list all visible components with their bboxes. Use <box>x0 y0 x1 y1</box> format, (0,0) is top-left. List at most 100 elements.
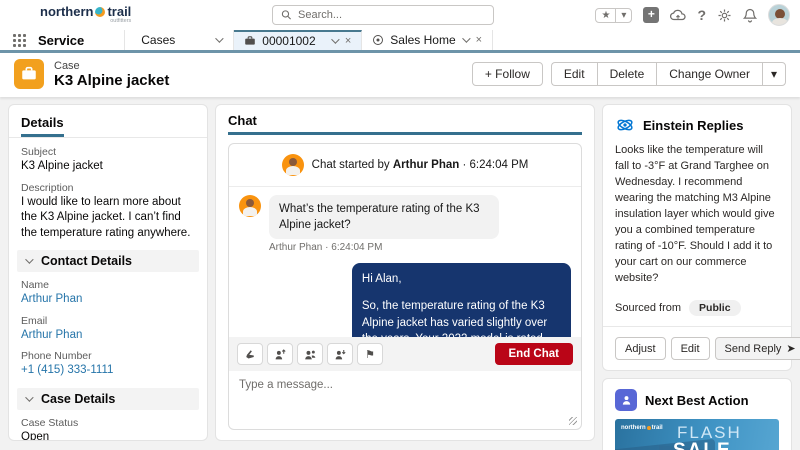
logo-subtext: outfitters <box>40 19 131 25</box>
right-sidebar: Einstein Replies Looks like the temperat… <box>602 104 792 441</box>
chat-toolbar: ⚑ End Chat <box>229 337 581 371</box>
tab-chat[interactable]: Chat <box>228 113 582 135</box>
send-arrow-icon: ➤ <box>786 342 795 355</box>
nav-item-cases[interactable]: Cases <box>124 30 234 50</box>
global-actions-icon[interactable]: + <box>643 7 659 23</box>
message-list[interactable]: What’s the temperature rating of the K3 … <box>229 187 581 337</box>
app-name[interactable]: Service <box>38 30 124 50</box>
tab-dropdown-chevron-icon[interactable] <box>331 35 339 43</box>
section-title: Contact Details <box>41 254 132 268</box>
tab-close-icon[interactable]: × <box>476 34 482 46</box>
resize-handle[interactable] <box>569 417 577 425</box>
contact-email-link[interactable]: Arthur Phan <box>21 328 195 344</box>
chat-started-banner: Chat started by Arthur Phan · 6:24:04 PM <box>229 144 581 187</box>
delete-button[interactable]: Delete <box>597 62 657 86</box>
case-status-label: Case Status <box>21 417 195 429</box>
navigation-tab-bar: Service Cases 00001002 × Sales Home × <box>0 30 800 53</box>
send-reply-button[interactable]: Send Reply ➤ <box>715 337 800 360</box>
tab-case-00001002[interactable]: 00001002 × <box>234 30 362 50</box>
logo-word-1: northern <box>40 5 93 18</box>
next-best-action-title: Next Best Action <box>645 393 749 408</box>
whisper-hand-icon[interactable] <box>237 343 263 365</box>
chat-started-text: Chat started by <box>312 159 390 171</box>
notifications-bell-icon[interactable] <box>743 8 757 23</box>
end-chat-button[interactable]: End Chat <box>495 343 573 365</box>
phone-label: Phone Number <box>21 350 195 362</box>
app-launcher-waffle-icon[interactable] <box>0 30 38 50</box>
more-actions-dropdown-icon[interactable]: ▾ <box>762 62 786 86</box>
user-avatar[interactable] <box>768 4 790 26</box>
favorite-star-icon[interactable]: ★ <box>596 9 615 22</box>
briefcase-icon <box>244 35 256 47</box>
message-bubble: Hi Alan, So, the temperature rating of t… <box>352 263 571 337</box>
tab-details[interactable]: Details <box>21 115 64 137</box>
phone-number-link[interactable]: +1 (415) 333-1111 <box>21 363 195 379</box>
einstein-replies-card: Einstein Replies Looks like the temperat… <box>602 104 792 371</box>
transfer-to-skill-icon[interactable] <box>327 343 353 365</box>
global-header: northern trail outfitters ★ ▾ + ? <box>0 0 800 30</box>
tab-dropdown-chevron-icon[interactable] <box>462 34 470 42</box>
chevron-down-icon[interactable] <box>215 34 223 42</box>
change-owner-button[interactable]: Change Owner <box>656 62 762 86</box>
edit-button[interactable]: Edit <box>551 62 597 86</box>
tab-sales-home[interactable]: Sales Home × <box>362 30 493 50</box>
record-highlights-header: Case K3 Alpine jacket + Follow Edit Dele… <box>0 53 800 97</box>
einstein-reply-text: Looks like the temperature will fall to … <box>615 143 779 286</box>
nav-item-label: Cases <box>141 33 175 47</box>
message-composer <box>229 371 581 429</box>
main-content: Details Subject K3 Alpine jacket Descrip… <box>0 97 800 449</box>
cloud-upload-icon[interactable] <box>670 9 686 22</box>
contact-name-link[interactable]: Arthur Phan <box>21 292 195 308</box>
subject-value: K3 Alpine jacket <box>21 159 195 175</box>
tab-label: Sales Home <box>390 33 455 47</box>
case-briefcase-icon <box>14 59 44 89</box>
transfer-to-queue-icon[interactable] <box>297 343 323 365</box>
record-type-label: Case <box>54 60 169 72</box>
section-collapse-chevron-icon[interactable] <box>25 393 33 401</box>
favorites-dropdown-icon[interactable]: ▾ <box>615 9 631 22</box>
sourced-from-label: Sourced from <box>615 302 681 314</box>
search-icon <box>281 9 292 21</box>
send-reply-label: Send Reply <box>725 343 782 355</box>
section-contact-details[interactable]: Contact Details <box>17 250 199 272</box>
tab-label: 00001002 <box>262 34 325 48</box>
company-logo: northern trail outfitters <box>40 5 131 25</box>
section-case-details[interactable]: Case Details <box>17 388 199 410</box>
chat-message-outbound: Hi Alan, So, the temperature rating of t… <box>352 263 571 337</box>
setup-gear-icon[interactable] <box>717 8 732 23</box>
edit-reply-button[interactable]: Edit <box>671 337 710 360</box>
message-line: Hi Alan, <box>362 271 561 288</box>
message-bubble: What’s the temperature rating of the K3 … <box>269 195 499 239</box>
section-collapse-chevron-icon[interactable] <box>25 255 33 263</box>
tab-close-icon[interactable]: × <box>345 35 351 47</box>
banner-logo: northerntrail <box>621 425 663 431</box>
search-input[interactable] <box>298 9 485 21</box>
description-value: I would like to learn more about the K3 … <box>21 195 195 242</box>
chat-panel: Chat Chat started by Arthur Phan · 6:24:… <box>215 104 595 441</box>
subject-label: Subject <box>21 146 195 158</box>
chat-started-time: · 6:24:04 PM <box>463 159 529 171</box>
flash-sale-banner-image[interactable]: northerntrail FLASH SALE 24 HOURS ONLY <box>615 419 779 450</box>
adjust-button[interactable]: Adjust <box>615 337 666 360</box>
help-icon[interactable]: ? <box>697 8 706 22</box>
description-label: Description <box>21 182 195 194</box>
message-input[interactable] <box>239 379 571 423</box>
page-title: K3 Alpine jacket <box>54 72 169 89</box>
raise-flag-icon[interactable]: ⚑ <box>357 343 383 365</box>
banner-sale-text: SALE <box>673 440 732 450</box>
chat-conversation: Chat started by Arthur Phan · 6:24:04 PM… <box>228 143 582 430</box>
banner-logo-dot-icon <box>647 426 651 430</box>
transfer-to-agent-icon[interactable] <box>267 343 293 365</box>
einstein-replies-title: Einstein Replies <box>643 118 743 133</box>
next-best-action-icon <box>615 389 637 411</box>
name-label: Name <box>21 279 195 291</box>
source-badge: Public <box>689 300 741 316</box>
details-panel: Details Subject K3 Alpine jacket Descrip… <box>8 104 208 441</box>
einstein-icon <box>615 115 635 135</box>
global-search[interactable] <box>272 5 494 25</box>
chat-message-inbound: What’s the temperature rating of the K3 … <box>239 195 571 253</box>
favorites-control[interactable]: ★ ▾ <box>595 8 632 23</box>
home-shield-icon <box>372 34 384 46</box>
email-label: Email <box>21 315 195 327</box>
follow-button[interactable]: + Follow <box>472 62 543 86</box>
